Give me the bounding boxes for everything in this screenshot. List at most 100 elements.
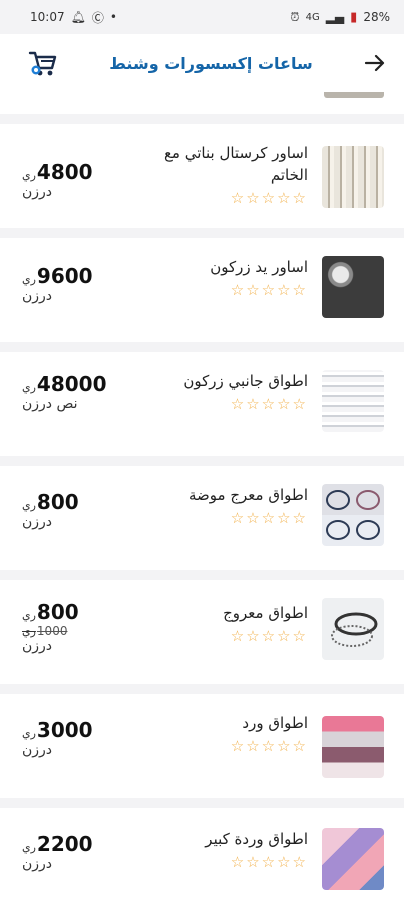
rating-stars: ☆ ☆ ☆ ☆ ☆	[231, 510, 306, 526]
price-block: ري 48000 نص درزن	[22, 372, 107, 412]
product-unit: درزن	[22, 288, 53, 304]
status-right: ⏰︎ 4G ▂▄ ▮ 28%	[290, 10, 390, 25]
rating-stars: ☆ ☆ ☆ ☆ ☆	[231, 628, 306, 644]
rating-stars: ☆ ☆ ☆ ☆ ☆	[231, 282, 306, 298]
status-left: 10:07 🔔︎ Ⓒ •	[30, 9, 117, 26]
star-icon: ☆	[261, 281, 276, 299]
price-block: ري 3000 درزن	[22, 718, 93, 758]
price-block: ري 800 درزن	[22, 490, 79, 530]
product-thumbnail	[322, 484, 384, 546]
currency-label: ري	[22, 727, 36, 740]
product-price: 2200	[36, 832, 93, 856]
product-unit: درزن	[22, 638, 53, 654]
cart-icon[interactable]	[26, 46, 60, 80]
star-icon: ☆	[292, 509, 306, 527]
product-price: 9600	[36, 264, 93, 288]
star-icon: ☆	[261, 509, 276, 527]
product-unit: نص درزن	[22, 396, 78, 412]
product-card[interactable]: اطواق ورد ☆ ☆ ☆ ☆ ☆ ري 3000 درزن	[0, 694, 404, 798]
star-icon: ☆	[292, 189, 306, 207]
more-dot-icon: •	[109, 10, 117, 24]
star-icon: ☆	[292, 395, 306, 413]
price-block: ري 4800 درزن	[22, 160, 93, 200]
product-title: اساور يد زركون	[210, 258, 308, 276]
star-icon: ☆	[230, 737, 245, 755]
star-icon: ☆	[261, 853, 276, 871]
star-icon: ☆	[261, 189, 276, 207]
status-bar: 10:07 🔔︎ Ⓒ • ⏰︎ 4G ▂▄ ▮ 28%	[0, 0, 404, 34]
product-unit: درزن	[22, 856, 53, 872]
app-header: ساعات إكسسورات وشنط	[0, 34, 404, 92]
star-icon: ☆	[246, 627, 260, 645]
alarm-icon: ⏰︎	[290, 9, 300, 24]
product-price: 3000	[36, 718, 93, 742]
product-price: 4800	[36, 160, 93, 184]
product-price: 800	[36, 490, 79, 514]
currency-label: ري	[22, 841, 36, 854]
currency-label: ري	[22, 609, 36, 622]
product-thumbnail	[322, 598, 384, 660]
product-card[interactable]: اطواق معرج موضة ☆ ☆ ☆ ☆ ☆ ري 800 درزن	[0, 466, 404, 570]
product-title: اطواق معروج	[223, 604, 308, 622]
star-icon: ☆	[230, 627, 245, 645]
currency-label: ري	[22, 169, 36, 182]
product-list[interactable]: اساور كرستال بناتي مع الخاتم ☆ ☆ ☆ ☆ ☆ ري 480…	[0, 92, 404, 900]
product-card[interactable]: اطواق جانبي زركون ☆ ☆ ☆ ☆ ☆ ري 48000 نص درزن	[0, 352, 404, 456]
product-thumbnail	[322, 256, 384, 318]
product-card[interactable]: اطواق معروج ☆ ☆ ☆ ☆ ☆ ري 800 ري 1000 درزن	[0, 580, 404, 684]
star-icon: ☆	[277, 853, 291, 871]
star-icon: ☆	[246, 395, 260, 413]
star-icon: ☆	[292, 627, 306, 645]
star-icon: ☆	[246, 281, 260, 299]
rating-stars: ☆ ☆ ☆ ☆ ☆	[231, 854, 306, 870]
price-block: ري 2200 درزن	[22, 832, 93, 872]
product-thumbnail	[324, 92, 384, 98]
product-card[interactable]: اساور يد زركون ☆ ☆ ☆ ☆ ☆ ري 9600 درزن	[0, 238, 404, 342]
partial-product-card[interactable]	[0, 92, 404, 114]
product-unit: درزن	[22, 514, 53, 530]
star-icon: ☆	[292, 281, 306, 299]
price-block: ري 9600 درزن	[22, 264, 93, 304]
star-icon: ☆	[246, 853, 260, 871]
product-thumbnail	[322, 716, 384, 778]
star-icon: ☆	[277, 395, 291, 413]
notification-bell-icon: 🔔︎	[70, 10, 86, 24]
old-currency-label: ري	[22, 625, 36, 638]
page-title: ساعات إكسسورات وشنط	[109, 53, 313, 73]
product-thumbnail	[322, 828, 384, 890]
star-icon: ☆	[261, 737, 276, 755]
currency-label: ري	[22, 273, 36, 286]
product-title: اطواق معرج موضة	[189, 486, 308, 504]
star-icon: ☆	[230, 189, 245, 207]
star-icon: ☆	[246, 509, 260, 527]
product-title: اطواق ورد	[242, 714, 308, 732]
product-card[interactable]: اساور كرستال بناتي مع الخاتم ☆ ☆ ☆ ☆ ☆ ري 480…	[0, 124, 404, 228]
currency-label: ري	[22, 499, 36, 512]
battery-level: 28%	[363, 10, 390, 24]
star-icon: ☆	[277, 189, 291, 207]
back-arrow-icon[interactable]	[362, 50, 388, 76]
star-icon: ☆	[230, 281, 245, 299]
product-unit: درزن	[22, 184, 53, 200]
signal-icon: ▂▄	[325, 10, 345, 24]
price-block: ري 800 ري 1000 درزن	[22, 600, 79, 654]
star-icon: ☆	[292, 737, 306, 755]
product-unit: درزن	[22, 742, 53, 758]
product-title: اساور كرستال بناتي مع الخاتم	[163, 144, 308, 184]
star-icon: ☆	[277, 509, 291, 527]
star-icon: ☆	[246, 189, 260, 207]
star-icon: ☆	[261, 627, 276, 645]
product-card[interactable]: اطواق وردة كبير ☆ ☆ ☆ ☆ ☆ ري 2200 درزن	[0, 808, 404, 900]
star-icon: ☆	[277, 737, 291, 755]
currency-label: ري	[22, 381, 36, 394]
product-thumbnail	[322, 370, 384, 432]
battery-icon: ▮	[350, 9, 358, 25]
product-title: اطواق وردة كبير	[205, 830, 308, 848]
rating-stars: ☆ ☆ ☆ ☆ ☆	[231, 396, 306, 412]
star-icon: ☆	[246, 737, 260, 755]
star-icon: ☆	[230, 395, 245, 413]
rating-stars: ☆ ☆ ☆ ☆ ☆	[231, 190, 306, 206]
status-time: 10:07	[30, 10, 65, 24]
star-icon: ☆	[261, 395, 276, 413]
old-price: 1000	[36, 624, 68, 638]
